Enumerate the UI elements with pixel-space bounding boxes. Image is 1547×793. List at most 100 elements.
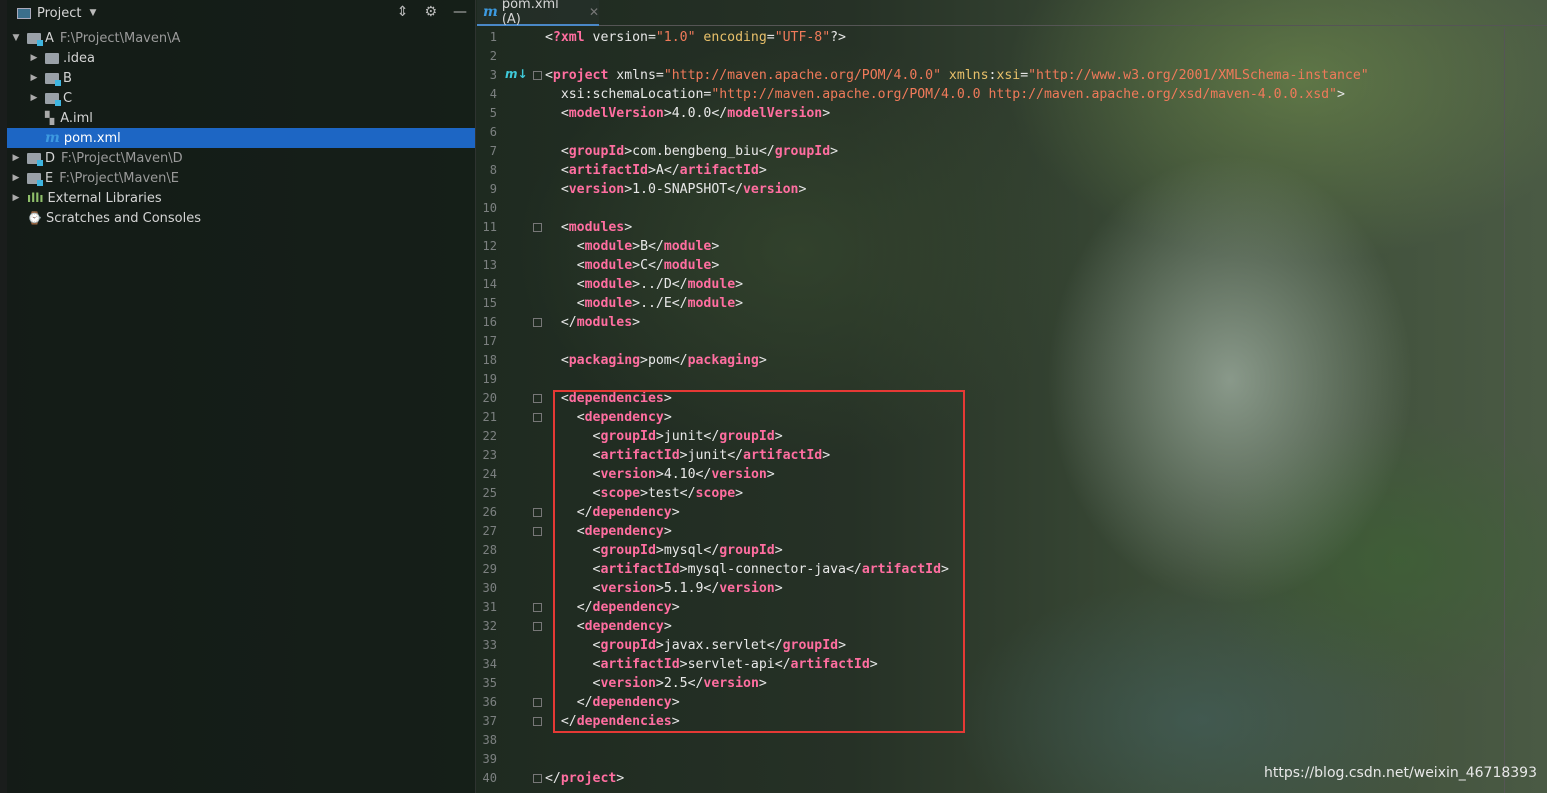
code-token: < xyxy=(576,258,585,273)
fold-marker-icon[interactable] xyxy=(533,717,542,726)
code-token: project xyxy=(552,68,609,83)
collapse-arrow-icon[interactable]: ▶ xyxy=(27,93,41,103)
tree-item[interactable]: ▶ C xyxy=(7,88,475,108)
tree-item[interactable]: ▶ D F:\Project\Maven\D xyxy=(7,148,475,168)
tab-pom-xml[interactable]: m pom.xml (A) ✕ xyxy=(477,0,599,27)
line-numbers: 1 2 3 4 5 6 7 8 9 10 11 12 13 14 15 16 17 18 19 20 21 22 23 24 2… xyxy=(477,28,537,788)
tree-item[interactable]: ▶ .idea xyxy=(7,48,475,68)
fold-marker-icon[interactable] xyxy=(533,508,542,517)
tool-window-stripe[interactable] xyxy=(0,0,7,793)
module-folder-icon xyxy=(45,92,61,106)
maven-icon: m xyxy=(483,4,498,20)
line-number: 4 xyxy=(489,87,497,101)
tree-item[interactable]: ⌚ Scratches and Consoles xyxy=(7,208,475,228)
project-view-dropdown[interactable]: Project xyxy=(37,6,81,21)
fold-marker-icon[interactable] xyxy=(533,527,542,536)
code-token: xsi:schemaLocation xyxy=(545,87,704,102)
code-token: > xyxy=(632,315,641,330)
code-token: < xyxy=(560,182,569,197)
code-line: ​ xyxy=(545,47,1369,66)
collapse-arrow-icon[interactable]: ▶ xyxy=(9,193,23,203)
tree-item-path: F:\Project\Maven\A xyxy=(59,30,181,46)
fold-marker-icon[interactable] xyxy=(533,622,542,631)
code-token: 1.0-SNAPSHOT xyxy=(632,182,728,197)
code-token: > xyxy=(632,296,641,311)
close-icon[interactable]: ✕ xyxy=(589,5,599,19)
code-token: "http://maven.apache.org/POM/4.0.0 http:… xyxy=(711,87,1337,102)
code-token: packaging xyxy=(568,353,641,368)
code-line: ​ xyxy=(545,370,1369,389)
line-number: 1 xyxy=(489,30,497,44)
code-token: "http://maven.apache.org/POM/4.0.0" xyxy=(663,68,941,83)
code-line: ​ xyxy=(545,731,1369,750)
code-token: module xyxy=(584,239,633,254)
code-token: = xyxy=(647,30,656,45)
tree-item[interactable]: ▶ E F:\Project\Maven\E xyxy=(7,168,475,188)
fold-marker-icon[interactable] xyxy=(533,603,542,612)
gear-icon[interactable]: ⚙ xyxy=(424,4,437,20)
line-number: 19 xyxy=(482,372,497,386)
code-token: < xyxy=(576,296,585,311)
collapse-arrow-icon[interactable]: ▶ xyxy=(27,73,41,83)
tree-item[interactable]: ▚ A.iml xyxy=(7,108,475,128)
fold-marker-icon[interactable] xyxy=(533,774,542,783)
line-number: 25 xyxy=(482,486,497,500)
minimize-icon[interactable]: — xyxy=(453,4,467,20)
code-token: xmlns xyxy=(941,68,989,83)
maven-gutter-icon[interactable]: m↓ xyxy=(505,67,528,81)
fold-marker-icon[interactable] xyxy=(533,71,542,80)
collapse-all-icon[interactable]: ⇕ xyxy=(397,4,409,20)
code-token: modules xyxy=(568,220,625,235)
tab-label: pom.xml (A) xyxy=(501,0,559,27)
collapse-arrow-icon[interactable]: ▶ xyxy=(9,173,23,183)
code-token: = xyxy=(766,30,775,45)
tree-item[interactable]: ▼ A F:\Project\Maven\A xyxy=(7,28,475,48)
fold-marker-icon[interactable] xyxy=(533,413,542,422)
code-line: <module>../D</module> xyxy=(545,275,1369,294)
code-token: packaging xyxy=(687,353,759,368)
line-number: 14 xyxy=(482,277,497,291)
code-token: artifactId xyxy=(568,163,648,178)
line-number: 20 xyxy=(482,391,497,405)
tree-item-label: .idea xyxy=(63,50,95,66)
project-icon xyxy=(17,7,31,19)
code-token: > xyxy=(798,182,807,197)
line-number: 16 xyxy=(482,315,497,329)
code-token: < xyxy=(560,353,569,368)
code-token: < xyxy=(560,144,569,159)
code-token: > xyxy=(624,182,633,197)
fold-marker-icon[interactable] xyxy=(533,223,542,232)
fold-marker-icon[interactable] xyxy=(533,318,542,327)
folder-icon xyxy=(45,52,59,64)
code-token: < xyxy=(560,220,569,235)
line-number: 12 xyxy=(482,239,497,253)
line-number: 35 xyxy=(482,676,497,690)
tree-item-label: Scratches and Consoles xyxy=(45,210,202,226)
collapse-arrow-icon[interactable]: ▶ xyxy=(9,153,23,163)
code-line: <module>C</module> xyxy=(545,256,1369,275)
code-token: > xyxy=(822,106,831,121)
code-token: "http://www.w3.org/2001/XMLSchema-instan… xyxy=(1028,68,1369,83)
code-token: > xyxy=(663,106,672,121)
fold-marker-icon[interactable] xyxy=(533,394,542,403)
code-line: <module>../E</module> xyxy=(545,294,1369,313)
line-number: 30 xyxy=(482,581,497,595)
code-token: module xyxy=(687,277,736,292)
tree-item[interactable]: m pom.xml xyxy=(7,128,475,148)
fold-marker-icon[interactable] xyxy=(533,698,542,707)
code-token: version xyxy=(743,182,799,197)
expand-arrow-icon[interactable]: ▼ xyxy=(9,33,23,43)
code-token: > xyxy=(735,277,744,292)
code-token: < xyxy=(576,239,585,254)
collapse-arrow-icon[interactable]: ▶ xyxy=(27,53,41,63)
tree-item[interactable]: ▶ ıllı External Libraries xyxy=(7,188,475,208)
code-line: <project xmlns="http://maven.apache.org/… xyxy=(545,66,1369,85)
code-token: module xyxy=(663,258,712,273)
tree-item[interactable]: ▶ B xyxy=(7,68,475,88)
chevron-down-icon[interactable]: ▼ xyxy=(89,8,96,18)
module-folder-icon xyxy=(27,152,43,166)
